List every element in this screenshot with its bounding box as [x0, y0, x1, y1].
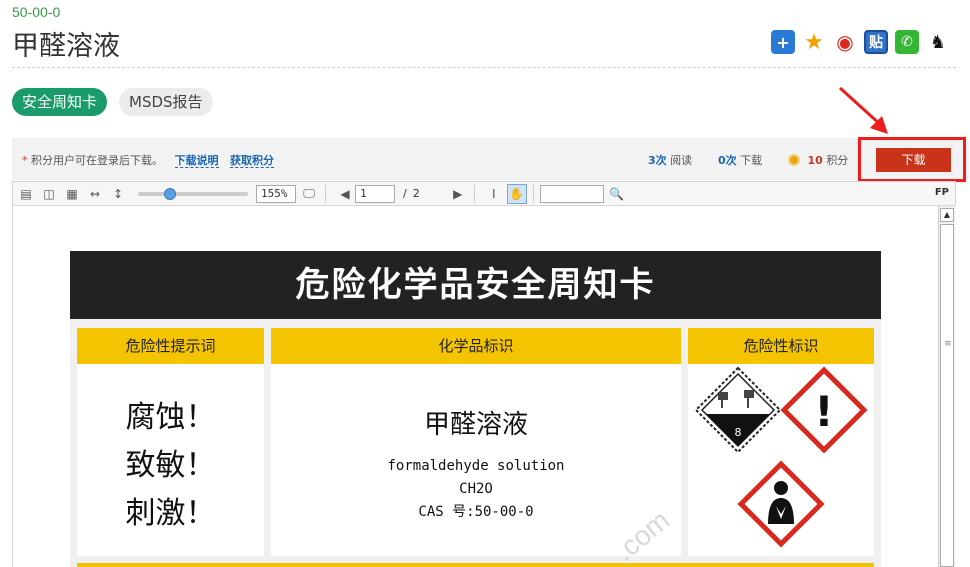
qq-icon[interactable]: ♞ — [926, 30, 950, 54]
reads-stat: 3次 阅读 — [648, 152, 692, 168]
grip-icon: ≡ — [944, 339, 952, 349]
toolbar-separator — [532, 184, 534, 203]
single-page-view-icon[interactable]: ▤ — [16, 184, 36, 204]
fit-width-icon[interactable]: ↔ — [85, 184, 105, 204]
exclamation-glyph: ! — [814, 387, 833, 436]
viewer-scrollbar[interactable]: ▲ ≡ — [938, 206, 955, 567]
toolbar-separator — [325, 184, 326, 203]
download-highlight-box: 下载 — [858, 137, 966, 182]
two-page-view-icon[interactable]: ◫ — [39, 184, 59, 204]
tab-bar: 安全周知卡 MSDS报告 — [12, 88, 213, 116]
download-button[interactable]: 下载 — [876, 148, 951, 172]
share-bar: + ★ ◉ 贴 ✆ ♞ — [771, 30, 950, 55]
page-total: 2 — [412, 187, 420, 200]
chemical-name-cn: 甲醛溶液 — [423, 410, 528, 440]
card-title: 危险化学品安全周知卡 — [70, 251, 881, 319]
download-help-link[interactable]: 下载说明 — [174, 154, 219, 168]
fullscreen-icon[interactable]: 🖵 — [299, 184, 319, 204]
header-divider — [12, 67, 956, 68]
viewer-toolbar: ▤ ◫ ▦ ↔ ↕ 155% 🖵 ◀ 1 / 2 ▶ I ✋ 🔍 FP — [12, 181, 956, 206]
page-title: 甲醛溶液 — [12, 31, 120, 62]
hazard-word: 腐蚀！ — [125, 400, 216, 435]
zoom-slider[interactable] — [138, 187, 248, 200]
tab-msds-report[interactable]: MSDS报告 — [119, 88, 213, 116]
corrosive-class-8-icon: 8 — [694, 366, 782, 454]
chemical-id-column: 化学品标识 甲醛溶液 formaldehyde solution CH2O CA… — [271, 328, 681, 556]
tab-safety-card[interactable]: 安全周知卡 — [12, 88, 108, 116]
get-points-link[interactable]: 获取积分 — [230, 154, 274, 168]
chemical-id: 甲醛溶液 formaldehyde solution CH2O CAS 号:50… — [271, 364, 681, 524]
wechat-icon[interactable]: ✆ — [895, 30, 919, 54]
reads-label: 阅读 — [670, 154, 693, 167]
pictograms-header: 危险性标识 — [688, 328, 874, 364]
required-asterisk: * — [22, 154, 28, 167]
downloads-stat: 0次 下载 — [718, 152, 762, 168]
chemical-formula: CH2O — [459, 481, 493, 497]
text-select-icon[interactable]: I — [484, 184, 504, 204]
page-number-input[interactable]: 1 — [355, 184, 395, 203]
pictograms-column: 危险性标识 8 ! — [688, 328, 874, 556]
medal-icon — [788, 154, 800, 166]
search-input[interactable] — [539, 184, 604, 203]
search-icon[interactable]: 🔍 — [607, 184, 627, 204]
login-note-text: 积分用户可在登录后下载。 — [31, 154, 163, 167]
hazard-words-header: 危险性提示词 — [77, 328, 264, 364]
ghs-pictograms: 8 ! — [694, 366, 868, 548]
prev-page-icon[interactable]: ◀ — [335, 184, 355, 204]
plus-icon[interactable]: + — [771, 30, 795, 54]
toolbar-separator — [473, 184, 475, 203]
downloads-count: 0次 — [718, 154, 737, 167]
zoom-input[interactable]: 155% — [256, 184, 296, 203]
health-hazard-icon — [737, 460, 825, 548]
page-separator: / — [403, 187, 407, 200]
thumbnail-grid-icon[interactable]: ▦ — [62, 184, 82, 204]
chemical-cas: CAS 号:50-00-0 — [418, 504, 534, 520]
hand-tool-icon[interactable]: ✋ — [506, 183, 527, 204]
reads-count: 3次 — [648, 154, 667, 167]
points-value: 10 — [807, 154, 823, 167]
weibo-icon[interactable]: ◉ — [833, 30, 857, 54]
star-icon[interactable]: ★ — [802, 30, 826, 55]
hazard-word: 致敏！ — [125, 448, 216, 483]
fit-height-icon[interactable]: ↕ — [108, 184, 128, 204]
hazard-words-column: 危险性提示词 腐蚀！ 致敏！ 刺激！ — [77, 328, 264, 556]
downloads-label: 下载 — [740, 154, 763, 167]
class-8-label: 8 — [735, 426, 742, 439]
fp-label: FP — [934, 187, 949, 198]
card-bottom-band — [77, 563, 874, 567]
hazard-word: 刺激！ — [125, 496, 216, 531]
points-stat: 10 积分 — [788, 152, 848, 168]
chemical-name-en: formaldehyde solution — [387, 458, 565, 474]
card-body: 危险性提示词 腐蚀！ 致敏！ 刺激！ 化学品标识 甲醛溶液 formaldehy… — [70, 319, 881, 567]
hazard-words: 腐蚀！ 致敏！ 刺激！ — [77, 364, 264, 538]
scroll-up-icon[interactable]: ▲ — [940, 208, 954, 222]
download-info-bar: * 积分用户可在登录后下载。 下载说明 获取积分 3次 阅读 0次 下载 10 … — [12, 138, 969, 180]
login-note: * 积分用户可在登录后下载。 下载说明 获取积分 — [22, 152, 274, 168]
scrollbar-thumb[interactable]: ≡ — [940, 224, 954, 567]
annotation-arrow-icon — [838, 86, 888, 134]
chemical-id-header: 化学品标识 — [271, 328, 681, 364]
points-label: 积分 — [826, 154, 849, 167]
exclamation-mark-icon: ! — [780, 366, 868, 454]
tieba-icon[interactable]: 贴 — [864, 30, 888, 54]
cas-number: 50-00-0 — [12, 4, 61, 20]
next-page-icon[interactable]: ▶ — [448, 184, 468, 204]
zoom-slider-knob[interactable] — [164, 187, 176, 200]
